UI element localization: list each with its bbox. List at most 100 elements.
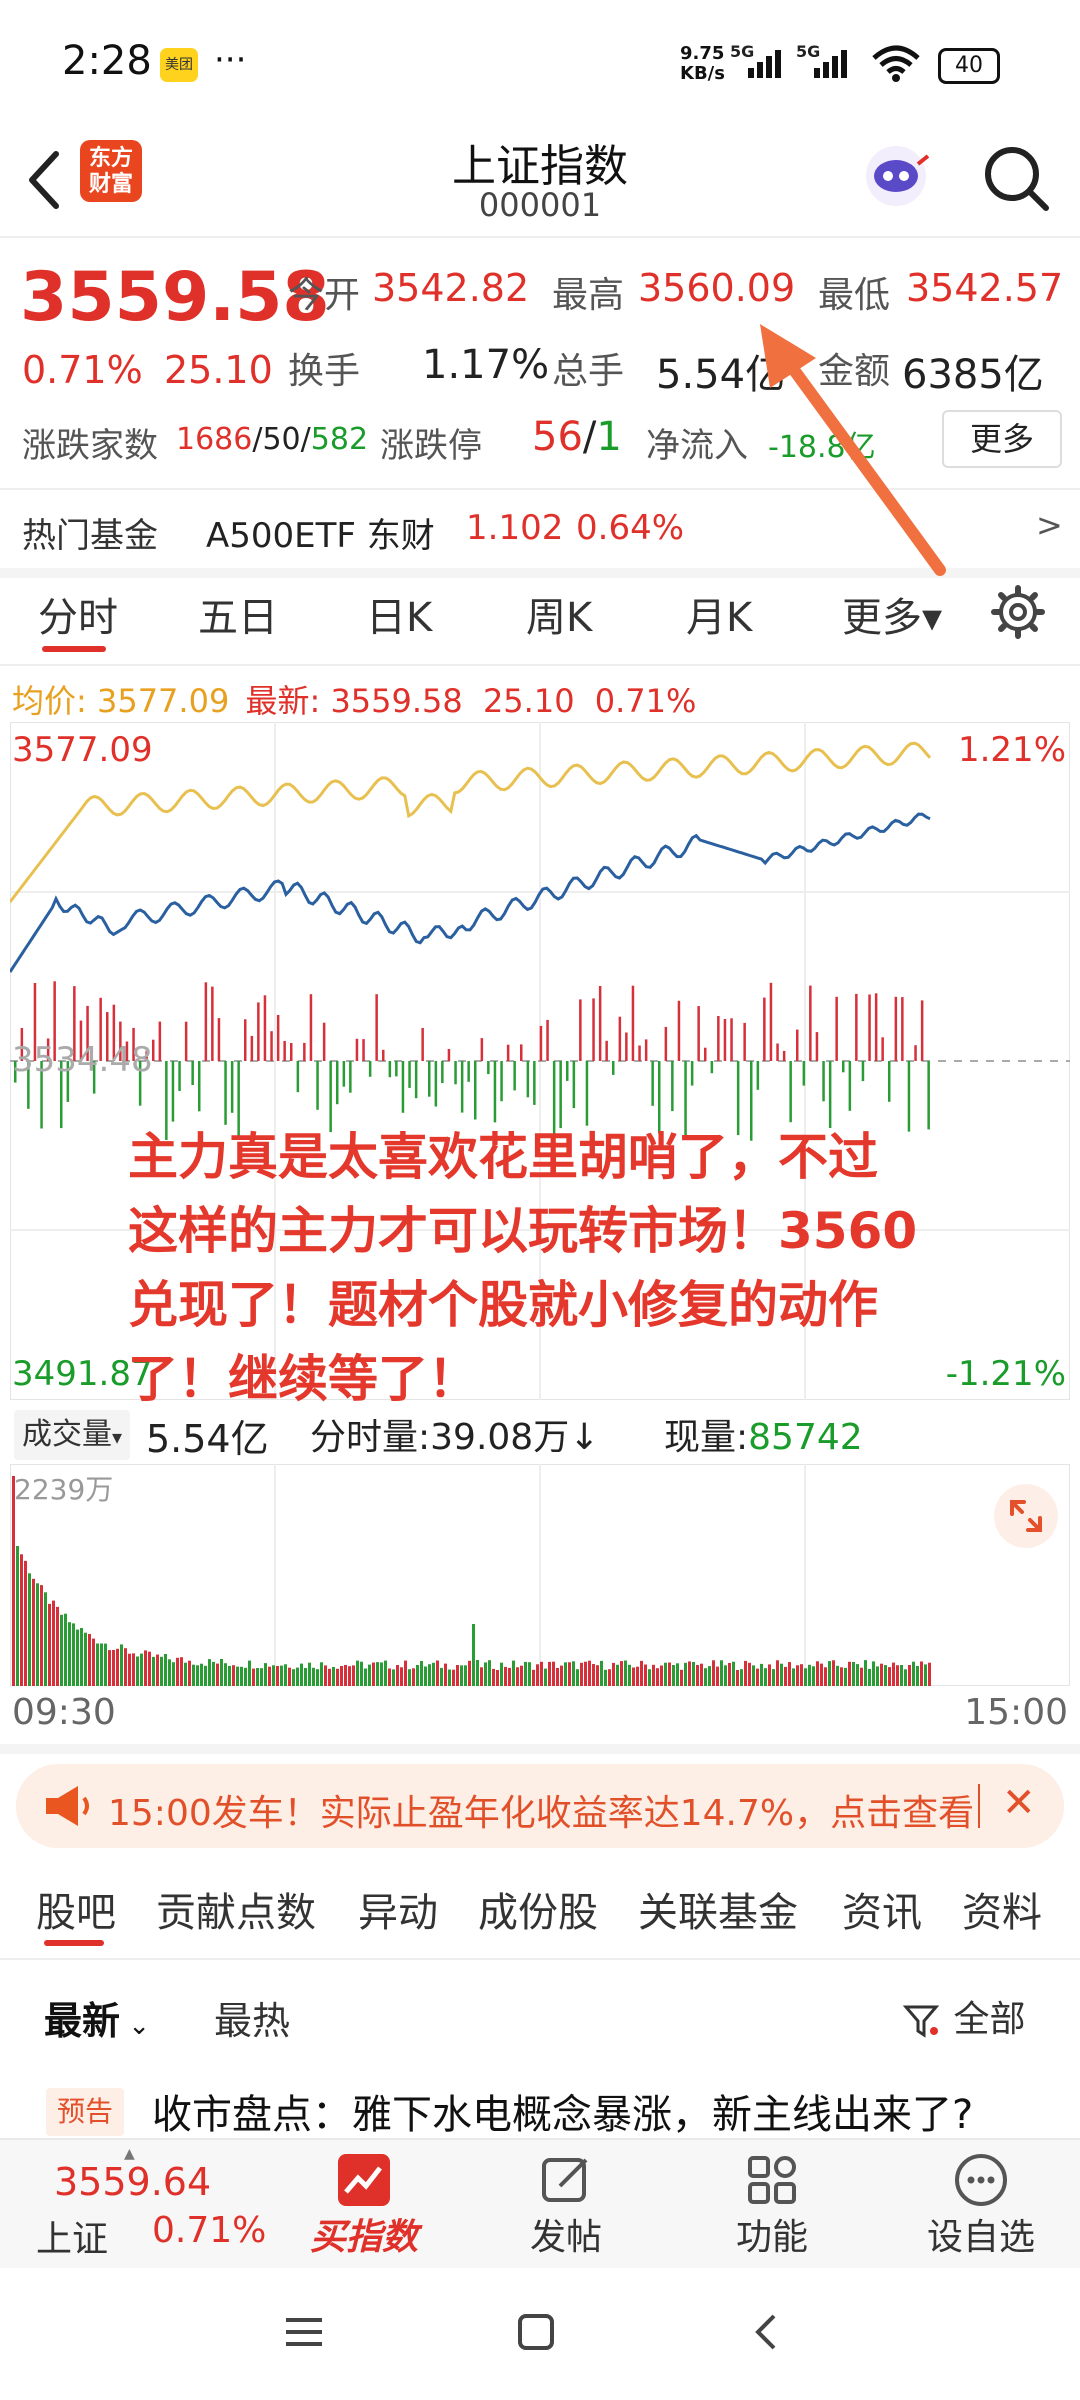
- sort-latest[interactable]: 最新 ⌄: [44, 1990, 150, 2045]
- tab-forum[interactable]: 股吧: [36, 1880, 116, 1938]
- volume-bar: [512, 1660, 515, 1686]
- sort-latest-label: 最新: [44, 1999, 121, 2043]
- volume-bar: [172, 1662, 175, 1686]
- status-bar: 2:28 美团 ··· 9.75 KB/s 5G 5G 40: [0, 0, 1080, 130]
- volume-bar: [628, 1664, 631, 1686]
- intraday-down-bar: [487, 1061, 490, 1075]
- limit-up-count: 56: [532, 414, 583, 460]
- intraday-up-bar: [598, 986, 602, 1061]
- chart-settings-button[interactable]: [990, 584, 1046, 640]
- more-quote-button[interactable]: 更多: [942, 410, 1062, 468]
- intraday-down-bar: [828, 1061, 832, 1128]
- intraday-up-bar: [782, 1050, 786, 1061]
- volume-bar: [488, 1660, 491, 1686]
- volume-bar: [872, 1661, 875, 1686]
- flat-count: 50: [262, 422, 301, 457]
- intraday-down-bar: [612, 1061, 615, 1075]
- volume-bar: [68, 1622, 71, 1686]
- tab-active-indicator: [42, 646, 106, 652]
- volume-bar: [24, 1560, 27, 1686]
- hot-fund-name: A500ETF 东财: [206, 516, 435, 556]
- tab-related-funds[interactable]: 关联基金: [638, 1880, 798, 1938]
- back-nav-icon[interactable]: [744, 2308, 792, 2356]
- volume-bar: [456, 1665, 459, 1686]
- volume-bar: [180, 1657, 183, 1686]
- tab-profile[interactable]: 资料: [962, 1880, 1042, 1938]
- volume-bar: [40, 1585, 43, 1686]
- volume-bar: [280, 1665, 283, 1686]
- post-button[interactable]: 发帖: [496, 2152, 636, 2260]
- chevron-down-icon: ⌄: [120, 2011, 151, 2041]
- volume-bar: [396, 1665, 399, 1686]
- volume-indicator-select[interactable]: 成交量▾: [14, 1410, 131, 1460]
- volume-bar: [152, 1656, 155, 1686]
- volume-chart[interactable]: 2239万: [10, 1464, 1070, 1686]
- menu-icon[interactable]: [280, 2308, 328, 2356]
- volume-bar: [236, 1666, 239, 1686]
- search-button[interactable]: [976, 138, 1056, 218]
- sort-hot[interactable]: 最热: [214, 1990, 290, 2045]
- intraday-up-bar: [421, 1028, 424, 1061]
- volume-bar: [776, 1660, 779, 1686]
- volume-bar: [484, 1662, 487, 1686]
- volume-bar: [920, 1661, 923, 1686]
- tab-intraday[interactable]: 分时: [38, 585, 118, 643]
- tab-more[interactable]: 更多▾: [842, 585, 942, 643]
- intraday-down-bar: [368, 1061, 372, 1077]
- tab-news[interactable]: 资讯: [842, 1880, 922, 1938]
- volume-bar: [900, 1665, 903, 1686]
- volume-bar: [248, 1660, 251, 1686]
- volume-bar: [84, 1632, 87, 1686]
- tab-contribution[interactable]: 贡献点数: [156, 1880, 316, 1938]
- promo-banner[interactable]: 15:00发车！实际止盈年化收益率达14.7%，点击查看 ✕: [16, 1764, 1064, 1848]
- limit-down-count: 1: [596, 414, 622, 460]
- volume-bar: [244, 1667, 247, 1686]
- volume-bar: [128, 1653, 131, 1686]
- volume-bar: [700, 1663, 703, 1686]
- add-watchlist-button[interactable]: 设自选: [906, 2152, 1056, 2260]
- intraday-down-bar: [454, 1061, 457, 1085]
- current-price: 3559.58: [20, 258, 330, 337]
- feed-item[interactable]: 预告 收市盘点：雅下水电概念暴涨，新主线出来了?: [0, 2080, 1080, 2144]
- close-banner-button[interactable]: ✕: [1002, 1780, 1036, 1826]
- volume-bar: [156, 1654, 159, 1686]
- intraday-up-bar: [480, 1038, 484, 1061]
- app-header: 东方 财富 上证指数 000001: [0, 130, 1080, 240]
- expand-chart-button[interactable]: [994, 1484, 1058, 1548]
- tab-weekly-k[interactable]: 周K: [526, 585, 592, 643]
- volume-bar: [88, 1634, 91, 1686]
- tab-daily-k[interactable]: 日K: [366, 585, 432, 643]
- volume-bar: [44, 1592, 47, 1686]
- index-ticker[interactable]: ▲ 3559.64 上证 0.71%: [0, 2140, 270, 2270]
- intraday-up-bar: [664, 1026, 668, 1061]
- intraday-up-bar: [763, 997, 766, 1061]
- volume-bar: [664, 1662, 667, 1686]
- volume-bar: [784, 1666, 787, 1686]
- tab-five-day[interactable]: 五日: [198, 585, 278, 643]
- turnover-label: 换手: [288, 351, 361, 392]
- tab-monthly-k[interactable]: 月K: [686, 585, 752, 643]
- buy-index-button[interactable]: 买指数: [294, 2152, 434, 2260]
- home-icon[interactable]: [512, 2308, 560, 2356]
- robot-assistant-icon[interactable]: [856, 134, 936, 214]
- volume-bar: [204, 1665, 207, 1686]
- intraday-up-bar: [901, 997, 904, 1061]
- promo-banner-text: 15:00发车！实际止盈年化收益率达14.7%，点击查看: [108, 1793, 975, 1834]
- volume-bar: [72, 1623, 75, 1686]
- filter-icon: [902, 2005, 940, 2038]
- filter-button[interactable]: 全部: [902, 1990, 1025, 2042]
- tab-movement[interactable]: 异动: [358, 1880, 438, 1938]
- intraday-up-bar: [520, 1044, 523, 1061]
- volume-bar: [20, 1554, 23, 1686]
- up-count: 1686: [176, 422, 253, 457]
- intraday-up-bar: [539, 1025, 543, 1061]
- signal-icon-1: 5G: [730, 42, 790, 82]
- volume-bar: [500, 1662, 503, 1686]
- intraday-down-bar: [224, 1061, 227, 1125]
- volume-bar: [120, 1644, 123, 1686]
- more-notifications-icon: ···: [214, 40, 247, 80]
- intraday-down-bar: [572, 1061, 576, 1109]
- functions-button[interactable]: 功能: [702, 2152, 842, 2260]
- volume-bar: [876, 1666, 879, 1686]
- tab-constituents[interactable]: 成份股: [478, 1880, 598, 1938]
